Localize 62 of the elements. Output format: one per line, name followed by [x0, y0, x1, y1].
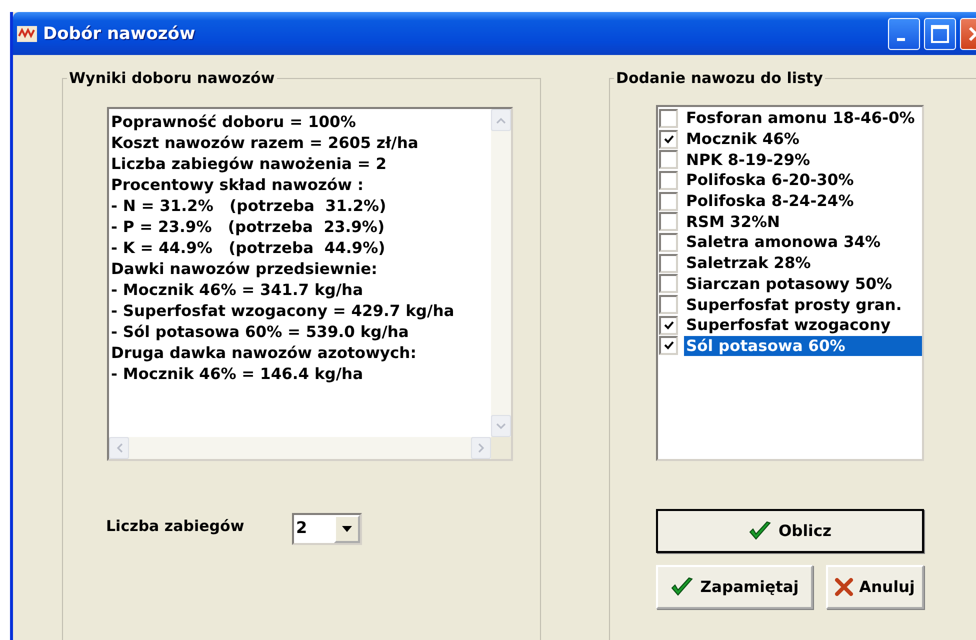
list-item[interactable]: Fosforan amonu 18-46-0%	[684, 108, 922, 128]
checkbox[interactable]	[659, 316, 678, 335]
list-item[interactable]: Sól potasowa 60%	[684, 336, 922, 356]
checkbox[interactable]	[659, 336, 678, 356]
result-line: - Mocznik 46% = 341.7 kg/ha	[111, 280, 364, 301]
list-item[interactable]: Polifoska 8-24-24%	[684, 191, 922, 212]
maximize-icon	[930, 24, 950, 44]
minimize-icon	[897, 38, 905, 41]
checkbox[interactable]	[659, 170, 678, 190]
result-line: - Sól potasowa 60% = 539.0 kg/ha	[111, 322, 410, 343]
checkbox[interactable]	[659, 295, 678, 314]
checkbox[interactable]	[659, 232, 678, 252]
result-line: - P = 23.9% (potrzeba 23.9%)	[111, 217, 386, 238]
list-item[interactable]: Saletrzak 28%	[684, 253, 922, 274]
dropdown-arrow-icon	[342, 526, 352, 532]
list-item[interactable]: Mocznik 46%	[684, 129, 922, 150]
chevron-left-icon	[116, 443, 122, 453]
result-line: - N = 31.2% (potrzeba 31.2%)	[111, 196, 388, 217]
result-line: Liczba zabiegów nawożenia = 2	[111, 154, 388, 175]
calculate-button[interactable]: Oblicz	[656, 509, 924, 553]
field-label: Liczba zabiegów	[106, 517, 246, 535]
window-title: Dobór nawozów	[43, 24, 196, 44]
check-icon	[748, 520, 772, 542]
checkmark-icon	[664, 134, 674, 144]
list-item[interactable]: Superfosfat wzogacony	[684, 315, 922, 336]
result-line: - Mocznik 46% = 146.4 kg/ha	[111, 364, 364, 385]
minimize-button[interactable]	[888, 18, 920, 50]
list-item[interactable]: NPK 8-19-29%	[684, 150, 922, 170]
list-item[interactable]: Saletra amonowa 34%	[684, 232, 922, 252]
checkbox[interactable]	[659, 212, 678, 232]
result-line: Koszt nawozów razem = 2605 zł/ha	[111, 133, 420, 154]
checkmark-icon	[664, 341, 674, 350]
list-item[interactable]: Superfosfat prosty gran.	[684, 294, 922, 315]
checkmark-icon	[664, 320, 674, 330]
chevron-down-icon	[496, 422, 506, 430]
result-line: Dawki nawozów przedsiewnie:	[111, 259, 378, 280]
checkbox[interactable]	[659, 130, 678, 149]
checkbox[interactable]	[659, 254, 678, 273]
result-line: - Superfosfat wzogacony = 429.7 kg/ha	[111, 301, 456, 322]
result-line: Poprawność doboru = 100%	[111, 112, 357, 133]
chevron-right-icon	[478, 443, 484, 453]
chevron-up-icon	[496, 116, 506, 124]
list-item[interactable]: Siarczan potasowy 50%	[684, 274, 922, 294]
list-item[interactable]: RSM 32%N	[684, 212, 922, 232]
checkbox[interactable]	[659, 192, 678, 211]
cancel-button[interactable]: Anuluj	[826, 565, 924, 609]
checkbox[interactable]	[659, 108, 678, 128]
list-item[interactable]: Polifoska 6-20-30%	[684, 170, 922, 190]
result-line: Procentowy skład nawozów :	[111, 175, 365, 196]
scrollbar-corner	[491, 437, 511, 459]
treatments-dropdown[interactable]: 2	[292, 513, 362, 545]
maximize-button[interactable]	[924, 18, 956, 50]
checkbox[interactable]	[659, 274, 678, 294]
check-icon	[670, 576, 694, 598]
group-title: Wyniki doboru nawozów	[68, 69, 276, 87]
result-line: Druga dawka nawozów azotowych:	[111, 343, 418, 364]
group-title: Dodanie nawozu do listy	[615, 69, 824, 87]
result-line: - K = 44.9% (potrzeba 44.9%)	[111, 238, 386, 259]
save-button[interactable]: Zapamiętaj	[656, 565, 813, 609]
checkbox[interactable]	[659, 150, 678, 170]
app-icon	[17, 26, 37, 42]
cross-icon	[835, 578, 854, 596]
